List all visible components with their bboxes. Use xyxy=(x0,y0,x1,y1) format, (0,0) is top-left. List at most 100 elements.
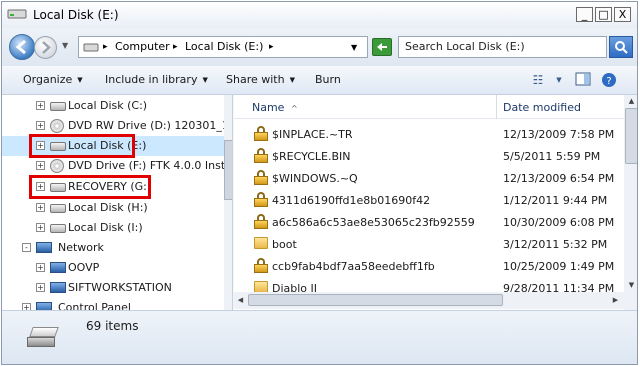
dropdown-arrow-icon: ▼ xyxy=(289,76,295,84)
breadcrumb-arrow-icon[interactable]: ▸ xyxy=(269,42,274,52)
file-list: Name ^ Date modified $INPLACE.~TR 12/13/… xyxy=(234,95,637,310)
file-date: 1/12/2011 9:44 PM xyxy=(503,194,608,207)
file-date: 5/5/2011 5:59 PM xyxy=(503,150,601,163)
maximize-button[interactable]: □ xyxy=(595,7,612,22)
expand-icon[interactable]: + xyxy=(22,303,31,310)
expand-icon[interactable]: + xyxy=(36,161,45,170)
scroll-right-arrow-icon[interactable]: ▶ xyxy=(610,295,621,306)
breadcrumb-arrow-icon[interactable]: ▸ xyxy=(103,42,108,52)
locked-folder-icon xyxy=(254,214,268,229)
navigation-scrollbar[interactable] xyxy=(224,95,232,310)
organize-label: Organize xyxy=(23,73,73,86)
tree-item-label: Control Panel xyxy=(58,301,131,310)
computer-icon xyxy=(50,282,66,293)
locked-folder-icon xyxy=(254,192,268,207)
file-row[interactable]: 4311d6190ffd1e8b01690f42 1/12/2011 9:44 … xyxy=(234,190,624,212)
share-with-menu[interactable]: Share with ▼ xyxy=(226,73,295,86)
burn-button[interactable]: Burn xyxy=(315,73,341,86)
tree-item-dvd-rw-d[interactable]: + DVD RW Drive (D:) 120301_15: xyxy=(2,116,232,136)
expand-icon[interactable]: + xyxy=(36,121,45,130)
navigation-scroll-thumb[interactable] xyxy=(224,140,232,200)
minimize-button[interactable]: _ xyxy=(576,7,593,22)
dvd-icon xyxy=(50,119,64,133)
file-date: 3/12/2011 5:32 PM xyxy=(503,238,608,251)
file-row[interactable]: $RECYCLE.BIN 5/5/2011 5:59 PM xyxy=(234,146,624,168)
help-icon[interactable]: ? xyxy=(601,72,617,88)
tree-item-label: Local Disk (I:) xyxy=(68,221,143,234)
expand-icon[interactable]: + xyxy=(36,263,45,272)
dvd-icon xyxy=(50,159,64,173)
navigation-pane: + Local Disk (C:) + DVD RW Drive (D:) 12… xyxy=(2,95,233,310)
tree-item-label: Local Disk (H:) xyxy=(68,201,148,214)
file-name: boot xyxy=(272,238,297,251)
file-row[interactable]: ccb9fab4bdf7aa58eedebff1fb 10/25/2009 1:… xyxy=(234,256,624,278)
tree-item-local-disk-h[interactable]: + Local Disk (H:) xyxy=(2,198,232,218)
file-list-horizontal-scrollbar[interactable]: ◀ ▶ xyxy=(234,292,637,309)
refresh-button[interactable] xyxy=(372,38,392,56)
tree-item-dvd-f[interactable]: + DVD Drive (F:) FTK 4.0.0 Instal xyxy=(2,156,233,176)
tree-item-oovp[interactable]: + OOVP xyxy=(2,258,232,278)
organize-menu[interactable]: Organize ▼ xyxy=(23,73,83,86)
breadcrumb-arrow-icon[interactable]: ▸ xyxy=(173,42,178,52)
close-button[interactable]: X xyxy=(614,7,631,22)
collapse-icon[interactable]: - xyxy=(22,243,31,252)
file-row[interactable]: $WINDOWS.~Q 12/13/2009 6:54 PM xyxy=(234,168,624,190)
item-count: 69 items xyxy=(86,319,139,333)
address-bar[interactable]: ▸ Computer ▸ Local Disk (E:) ▸ ▼ xyxy=(78,36,368,58)
scroll-down-arrow-icon[interactable]: ▼ xyxy=(626,279,637,291)
file-row[interactable]: $INPLACE.~TR 12/13/2009 7:58 PM xyxy=(234,124,624,146)
file-row[interactable]: a6c586a6c53ae8e53065c23fb92559 10/30/200… xyxy=(234,212,624,234)
folder-icon xyxy=(254,237,268,249)
breadcrumb-current[interactable]: Local Disk (E:) xyxy=(185,40,263,53)
control-panel-icon xyxy=(36,302,52,310)
details-pane: 69 items xyxy=(2,310,637,364)
column-date-modified[interactable]: Date modified xyxy=(503,101,581,114)
tree-item-control-panel[interactable]: + Control Panel xyxy=(2,298,232,310)
column-name[interactable]: Name ^ xyxy=(252,101,298,114)
drive-icon xyxy=(50,102,66,111)
search-placeholder: Search Local Disk (E:) xyxy=(405,40,525,53)
file-row[interactable]: boot 3/12/2011 5:32 PM xyxy=(234,234,624,256)
network-icon xyxy=(36,242,52,253)
search-icon xyxy=(615,41,628,54)
tree-item-label: Network xyxy=(58,241,104,254)
address-dropdown-icon[interactable]: ▼ xyxy=(351,43,357,52)
column-divider[interactable] xyxy=(496,95,497,119)
view-options-dropdown-icon[interactable]: ▼ xyxy=(551,72,567,88)
recent-pages-dropdown-icon[interactable]: ▼ xyxy=(62,42,70,50)
search-button[interactable] xyxy=(609,36,633,58)
computer-icon xyxy=(50,262,66,273)
expand-icon[interactable]: + xyxy=(36,283,45,292)
breadcrumb-computer[interactable]: Computer xyxy=(115,40,170,53)
search-input[interactable]: Search Local Disk (E:) xyxy=(398,36,607,58)
expand-icon[interactable]: + xyxy=(36,223,45,232)
preview-pane-icon[interactable] xyxy=(575,72,591,88)
tree-item-network[interactable]: - Network xyxy=(2,238,232,258)
include-in-library-menu[interactable]: Include in library ▼ xyxy=(105,73,208,86)
dropdown-arrow-icon: ▼ xyxy=(202,76,208,84)
scroll-up-arrow-icon[interactable]: ▲ xyxy=(626,95,637,107)
file-name: a6c586a6c53ae8e53065c23fb92559 xyxy=(272,216,475,229)
file-list-vertical-scrollbar[interactable]: ▲ ▼ xyxy=(624,95,637,310)
file-date: 10/30/2009 6:08 PM xyxy=(503,216,615,229)
tree-item-label: DVD Drive (F:) FTK 4.0.0 Instal xyxy=(68,159,233,172)
forward-arrow-icon xyxy=(42,41,51,54)
back-button[interactable] xyxy=(9,34,35,60)
expand-icon[interactable]: + xyxy=(36,203,45,212)
tree-item-siftworkstation[interactable]: + SIFTWORKSTATION xyxy=(2,278,232,298)
scroll-left-arrow-icon[interactable]: ◀ xyxy=(235,295,246,306)
horizontal-scroll-thumb[interactable] xyxy=(248,294,503,306)
file-list-scroll-thumb[interactable] xyxy=(625,108,637,164)
back-arrow-icon xyxy=(15,39,26,55)
dropdown-arrow-icon: ▼ xyxy=(77,76,83,84)
forward-button[interactable] xyxy=(34,36,57,59)
tree-item-local-disk-c[interactable]: + Local Disk (C:) xyxy=(2,96,232,116)
tree-item-label: Local Disk (C:) xyxy=(68,99,148,112)
highlight-recovery-g xyxy=(29,175,151,199)
expand-icon[interactable]: + xyxy=(36,101,45,110)
change-view-icon[interactable]: ☷ xyxy=(530,72,546,88)
file-date: 12/13/2009 6:54 PM xyxy=(503,172,615,185)
tree-item-local-disk-i[interactable]: + Local Disk (I:) xyxy=(2,218,232,238)
file-name: $RECYCLE.BIN xyxy=(272,150,351,163)
drive-icon xyxy=(50,224,66,233)
